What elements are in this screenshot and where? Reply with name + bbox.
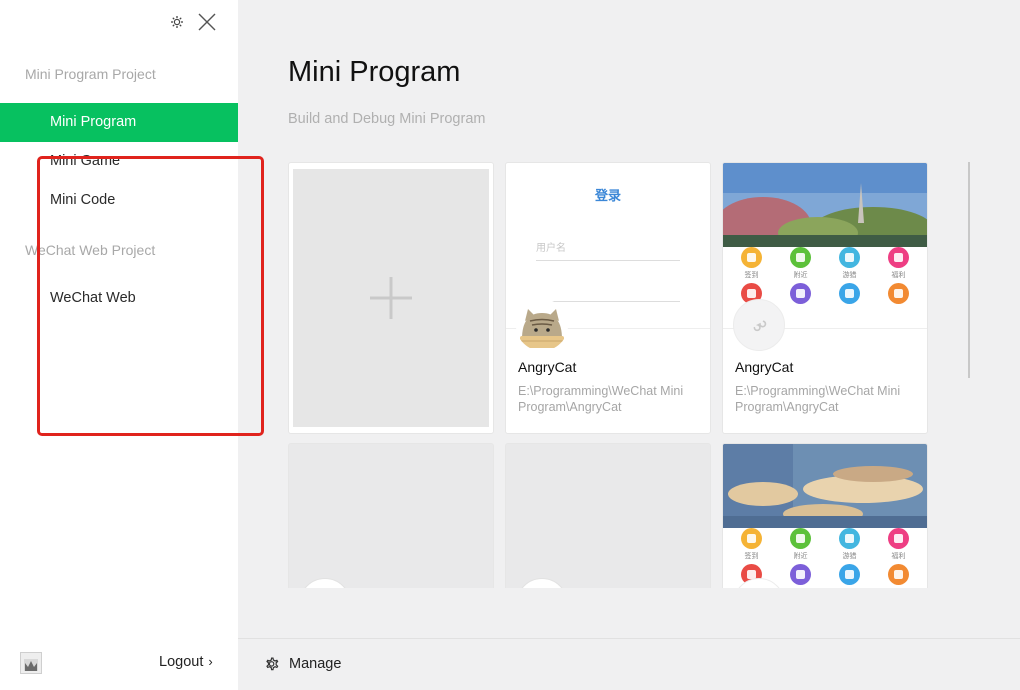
chevron-right-icon: › <box>208 654 213 669</box>
preview-icon <box>776 564 825 587</box>
preview-icon: 附近 <box>776 247 825 279</box>
manage-button[interactable]: Manage <box>263 654 341 674</box>
settings-icon[interactable] <box>170 15 184 29</box>
project-card[interactable]: 登录 用户名 AngryCat E:\Programming\WeChat Mi… <box>505 162 711 434</box>
login-preview-password <box>536 301 680 302</box>
bottom-bar: Manage <box>238 638 1020 690</box>
sidebar-item-mini-code[interactable]: Mini Code <box>0 181 238 220</box>
user-avatar-icon <box>24 659 38 671</box>
window-controls <box>170 10 218 34</box>
preview-icon: 签到 <box>727 528 776 560</box>
new-project-card[interactable] <box>288 162 494 434</box>
preview-icon: 游猎 <box>825 528 874 560</box>
login-preview-title: 登录 <box>594 188 621 203</box>
project-avatar <box>516 299 568 351</box>
preview-icon <box>825 283 874 306</box>
park-photo <box>723 163 927 247</box>
project-thumbnail: 签到 附近 游猎 福利 <box>723 444 927 588</box>
close-icon[interactable] <box>196 11 218 33</box>
project-name: AngryCat <box>518 359 577 375</box>
project-avatar <box>299 578 351 588</box>
preview-icon <box>825 564 874 587</box>
project-avatar <box>516 578 568 588</box>
project-card[interactable]: 签到 附近 游猎 福利 AngryCat E:\Programming\WeCh… <box>722 162 928 434</box>
section-title-wechat-web-project: WeChat Web Project <box>25 242 156 258</box>
page-title: Mini Program <box>288 56 461 88</box>
preview-icon <box>874 564 923 587</box>
preview-icon: 附近 <box>776 528 825 560</box>
preview-icon-grid: 签到 附近 游猎 福利 <box>723 247 927 306</box>
manage-label: Manage <box>289 656 342 672</box>
preview-icon: 福利 <box>874 247 923 279</box>
logout-label: Logout <box>159 654 204 670</box>
project-path: E:\Programming\WeChat Mini Program\Angry… <box>518 384 684 414</box>
project-path: E:\Programming\WeChat Mini Program\Angry… <box>735 384 901 414</box>
preview-icon: 签到 <box>727 247 776 279</box>
sidebar-item-wechat-web[interactable]: WeChat Web <box>0 279 238 318</box>
gear-icon <box>266 657 279 671</box>
sidebar-item-mini-game[interactable]: Mini Game <box>0 142 238 181</box>
mini-program-logo-icon <box>753 320 767 332</box>
project-avatar <box>733 299 785 351</box>
logout-button[interactable]: Logout › <box>159 652 213 672</box>
project-card[interactable] <box>505 443 711 588</box>
scrollbar[interactable] <box>968 162 970 378</box>
cat-avatar-icon <box>516 299 568 351</box>
sidebar-item-mini-program[interactable]: Mini Program <box>0 103 238 142</box>
preview-icon: 福利 <box>874 528 923 560</box>
preview-icon <box>874 283 923 306</box>
project-card[interactable] <box>288 443 494 588</box>
project-name: AngryCat <box>735 359 794 375</box>
plus-icon <box>370 277 412 319</box>
login-preview-username: 用户名 <box>536 239 680 261</box>
new-project-area <box>293 169 489 427</box>
clouds-photo <box>723 444 927 528</box>
project-grid[interactable]: 登录 用户名 AngryCat E:\Programming\WeChat Mi… <box>274 156 974 588</box>
project-card[interactable]: 签到 附近 游猎 福利 <box>722 443 928 588</box>
main-panel: Mini Program Build and Debug Mini Progra… <box>238 0 1020 638</box>
page-subtitle: Build and Debug Mini Program <box>288 111 486 127</box>
user-avatar[interactable] <box>20 652 42 674</box>
preview-icon: 游猎 <box>825 247 874 279</box>
sidebar: Mini Program Project Mini Program Mini G… <box>0 0 238 690</box>
preview-icon <box>776 283 825 306</box>
section-title-mini-program-project: Mini Program Project <box>25 66 156 82</box>
